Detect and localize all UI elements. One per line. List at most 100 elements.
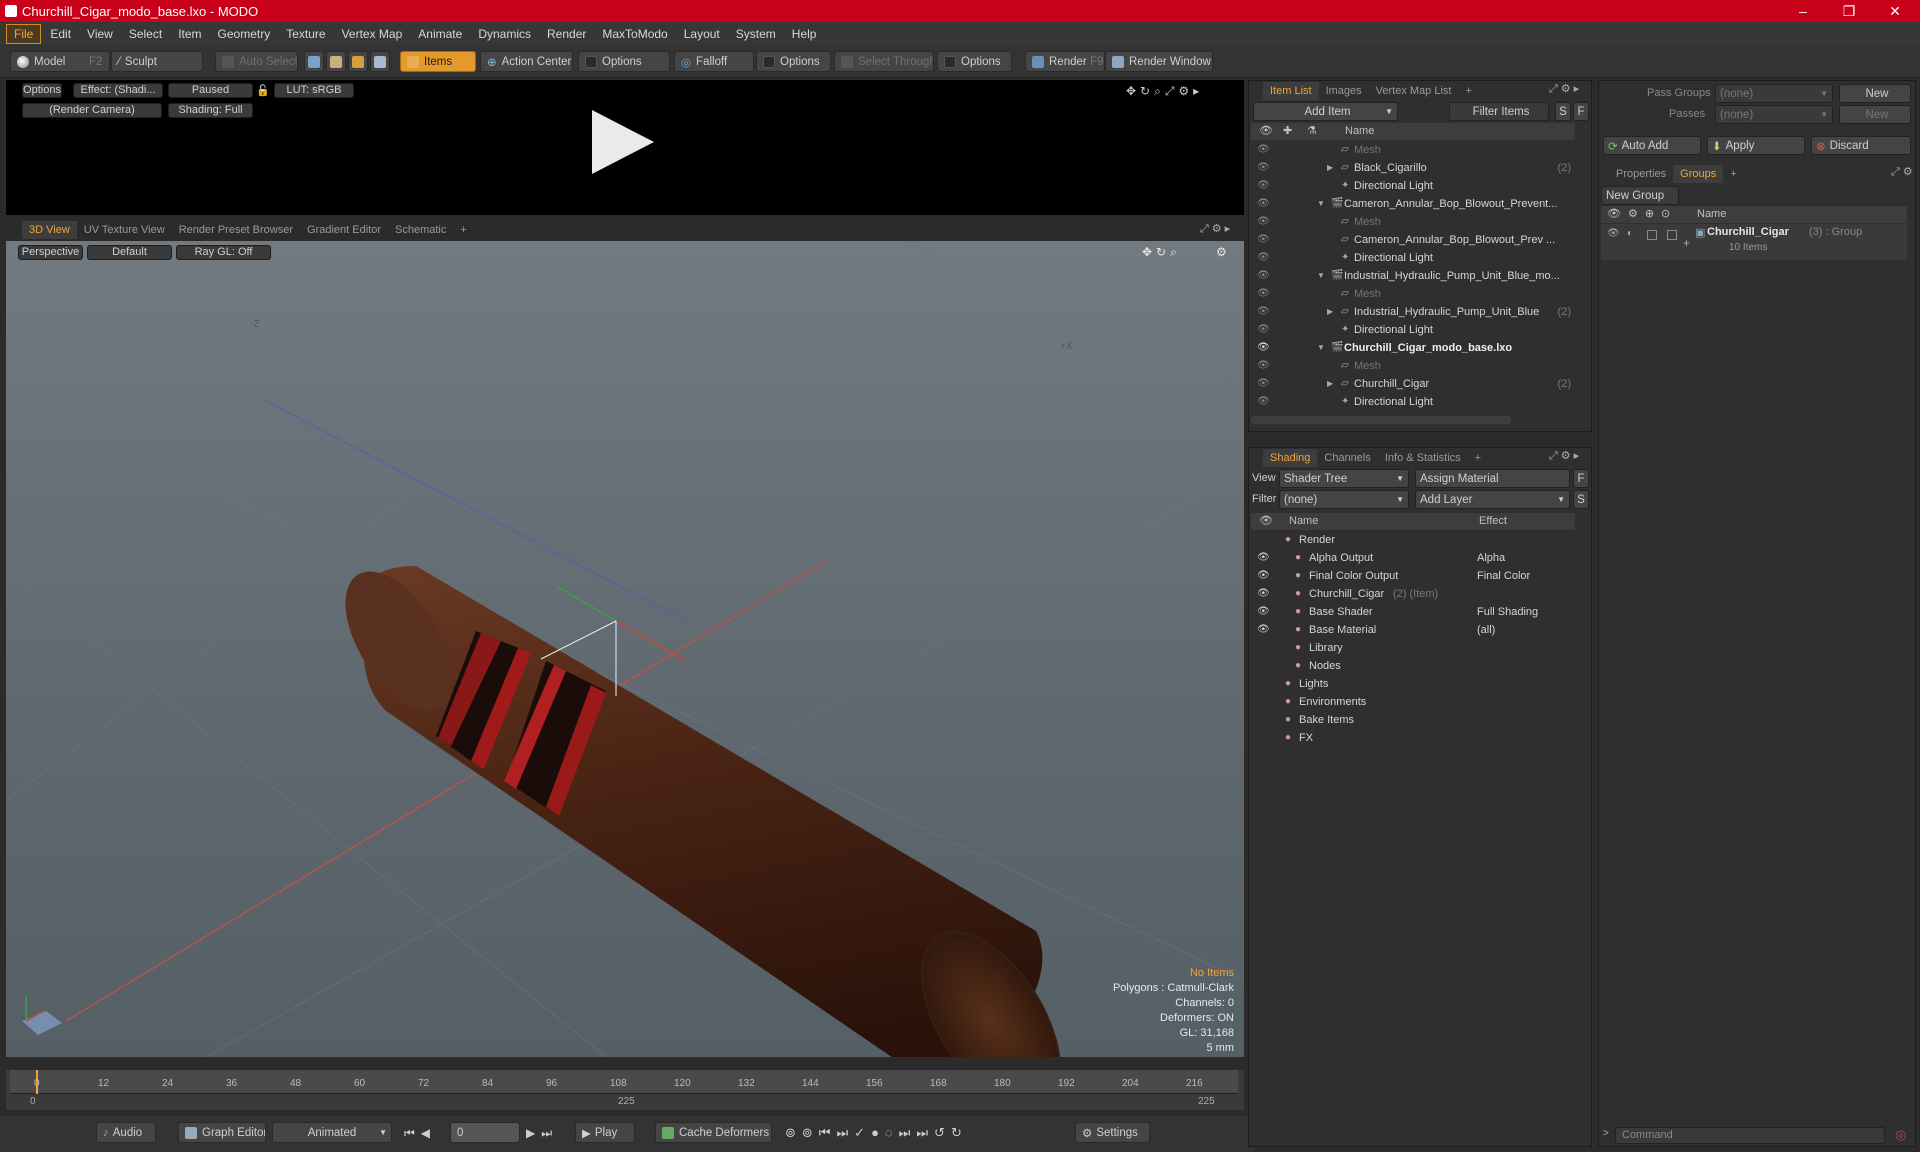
auto-add-button[interactable]: ⟳ Auto Add	[1603, 136, 1701, 155]
visibility-eye-icon[interactable]: 👁	[1257, 603, 1270, 621]
shader-tree-row[interactable]: Environments ●	[1251, 693, 1575, 711]
expand-arrow-icon[interactable]: ▶	[1327, 375, 1333, 393]
render-window-button[interactable]: Render Window	[1105, 51, 1213, 72]
close-button[interactable]: ✕	[1872, 0, 1918, 22]
shading-s-button[interactable]: S	[1573, 490, 1589, 509]
new-pass-group-button[interactable]: New	[1839, 84, 1911, 103]
paused-toggle[interactable]: Paused	[168, 83, 253, 98]
playhead[interactable]	[36, 1070, 38, 1094]
menu-render[interactable]: Render	[540, 25, 593, 43]
falloff-button[interactable]: ◎ Falloff	[674, 51, 754, 72]
tab-vertex-map-list[interactable]: Vertex Map List	[1369, 82, 1459, 100]
expand-arrow-icon[interactable]: ▶	[1327, 303, 1333, 321]
action-center-options-button[interactable]: Options	[578, 51, 670, 72]
item-list-row[interactable]: 👁 ✦ Directional Light	[1251, 393, 1575, 411]
visibility-eye-icon[interactable]: 👁	[1257, 231, 1270, 249]
item-list-row[interactable]: 👁 ✦ Directional Light	[1251, 177, 1575, 195]
visibility-eye-icon[interactable]: 👁	[1257, 249, 1270, 267]
edges-mode-button[interactable]	[326, 51, 346, 72]
group-name-column-header[interactable]: Name	[1697, 206, 1726, 223]
graph-editor-button[interactable]: Graph Editor	[178, 1122, 266, 1143]
tab-uv-texture-view[interactable]: UV Texture View	[77, 221, 172, 239]
panel-controls-icons[interactable]: ⤢⚙▸	[1549, 449, 1582, 463]
menu-geometry[interactable]: Geometry	[211, 25, 278, 43]
tab-channels[interactable]: Channels	[1317, 449, 1377, 467]
falloff-options-button[interactable]: Options	[756, 51, 831, 72]
shader-tree-row[interactable]: 👁 Final Color Output ● Final Color	[1251, 567, 1575, 585]
panel-controls-icons[interactable]: ⤢⚙	[1891, 165, 1916, 179]
tab-3d-view[interactable]: 3D View	[22, 221, 77, 239]
filter-dropdown[interactable]: (none) ▼	[1279, 490, 1409, 509]
item-list-row[interactable]: 👁 ✦ Directional Light	[1251, 321, 1575, 339]
item-list-row[interactable]: 👁 ▼ 🎬 Churchill_Cigar_modo_base.lxo	[1251, 339, 1575, 357]
menu-maxtomodo[interactable]: MaxToModo	[595, 25, 674, 43]
maximize-button[interactable]: ❐	[1826, 0, 1872, 22]
tab-images[interactable]: Images	[1319, 82, 1369, 100]
visibility-eye-icon[interactable]: 👁	[1257, 357, 1270, 375]
add-tab-button[interactable]: +	[1458, 82, 1478, 100]
play-preview-icon[interactable]	[592, 110, 654, 174]
assign-material-button[interactable]: Assign Material	[1415, 469, 1570, 488]
expand-arrow-icon[interactable]: ▼	[1317, 267, 1325, 285]
model-mode-button[interactable]: Model F2	[10, 51, 110, 72]
expand-arrow-icon[interactable]: ▼	[1317, 195, 1325, 213]
visibility-eye-icon[interactable]: 👁	[1257, 621, 1270, 639]
action-center-button[interactable]: ⊕ Action Center	[480, 51, 573, 72]
audio-button[interactable]: ♪ Audio	[96, 1122, 156, 1143]
panel-controls-icons[interactable]: ⤢⚙▸	[1549, 82, 1582, 96]
preview-controls-icons[interactable]: ✥↻⌕⤢⚙▸	[1126, 84, 1203, 99]
filter-f-button[interactable]: F	[1573, 102, 1589, 121]
lut-dropdown[interactable]: LUT: sRGB	[274, 83, 354, 98]
vertices-mode-button[interactable]	[304, 51, 324, 72]
menu-edit[interactable]: Edit	[43, 25, 78, 43]
shader-effect-value[interactable]: Alpha	[1477, 549, 1505, 567]
settings-button[interactable]: ⚙ Settings	[1075, 1122, 1150, 1143]
shading-f-button[interactable]: F	[1573, 469, 1589, 488]
new-pass-button[interactable]: New	[1839, 105, 1911, 124]
apply-button[interactable]: ⬇ Apply	[1707, 136, 1805, 155]
item-list-row[interactable]: 👁 ▶ ▱ Churchill_Cigar (2)	[1251, 375, 1575, 393]
cache-deformers-button[interactable]: Cache Deformers	[655, 1122, 772, 1143]
minimize-button[interactable]: –	[1780, 0, 1826, 22]
view-dropdown[interactable]: Shader Tree ▼	[1279, 469, 1409, 488]
auto-select-button[interactable]: Auto Select	[215, 51, 298, 72]
name-column-header[interactable]: Name	[1289, 513, 1318, 530]
frame-input[interactable]: 0	[450, 1122, 520, 1143]
item-list-row[interactable]: 👁 ▱ Mesh	[1251, 141, 1575, 159]
menu-animate[interactable]: Animate	[411, 25, 469, 43]
materials-mode-button[interactable]	[370, 51, 390, 72]
tab-render-preset-browser[interactable]: Render Preset Browser	[172, 221, 300, 239]
visibility-eye-icon[interactable]: 👁	[1257, 321, 1270, 339]
group-row-churchill-cigar[interactable]: 👁 ◐ + ▣ Churchill_Cigar (3) : Group 10 I…	[1601, 224, 1907, 260]
menu-texture[interactable]: Texture	[279, 25, 332, 43]
visibility-eye-icon[interactable]: 👁	[1257, 285, 1270, 303]
keyframe-tool-icons[interactable]: ⊚⊚⏮⏭✓●◌⏭⏭↺↻	[785, 1125, 968, 1141]
tab-groups[interactable]: Groups	[1673, 165, 1724, 183]
lock-icon[interactable]: 🔓	[256, 84, 270, 97]
menu-item[interactable]: Item	[171, 25, 208, 43]
menu-layout[interactable]: Layout	[677, 25, 727, 43]
menu-system[interactable]: System	[729, 25, 783, 43]
viewport-settings-gear-icon[interactable]: ⚙	[1216, 245, 1227, 259]
menu-select[interactable]: Select	[122, 25, 169, 43]
group-render-icon[interactable]: ◐	[1627, 228, 1633, 239]
shader-tree-row[interactable]: Render ●	[1251, 531, 1575, 549]
shader-tree-row[interactable]: 👁 Alpha Output ● Alpha	[1251, 549, 1575, 567]
tab-schematic[interactable]: Schematic	[388, 221, 453, 239]
visibility-eye-icon[interactable]: 👁	[1257, 177, 1270, 195]
shader-tree-row[interactable]: Nodes ●	[1251, 657, 1575, 675]
new-group-button[interactable]: New Group	[1601, 186, 1679, 205]
item-list-row[interactable]: 👁 ▼ 🎬 Cameron_Annular_Bop_Blowout_Prevent..…	[1251, 195, 1575, 213]
group-lock-checkbox[interactable]	[1647, 230, 1657, 240]
item-list-horizontal-scrollbar[interactable]	[1251, 416, 1511, 424]
item-list-row[interactable]: 👁 ▱ Mesh	[1251, 357, 1575, 375]
menu-dynamics[interactable]: Dynamics	[471, 25, 538, 43]
tab-info-statistics[interactable]: Info & Statistics	[1378, 449, 1468, 467]
expand-arrow-icon[interactable]: ▼	[1317, 339, 1325, 357]
visibility-eye-icon[interactable]: 👁	[1257, 213, 1270, 231]
timeline[interactable]: 0 12 24 36 48 60 72 84 96 108 120 132 144 156 168 180 19…	[6, 1070, 1244, 1110]
item-list-row[interactable]: 👁 ▼ 🎬 Industrial_Hydraulic_Pump_Unit_Blue_m…	[1251, 267, 1575, 285]
group-select-checkbox[interactable]	[1667, 230, 1677, 240]
shader-tree-row[interactable]: FX ●	[1251, 729, 1575, 747]
shader-tree-row[interactable]: 👁 Churchill_Cigar ● (2) (Item)	[1251, 585, 1575, 603]
